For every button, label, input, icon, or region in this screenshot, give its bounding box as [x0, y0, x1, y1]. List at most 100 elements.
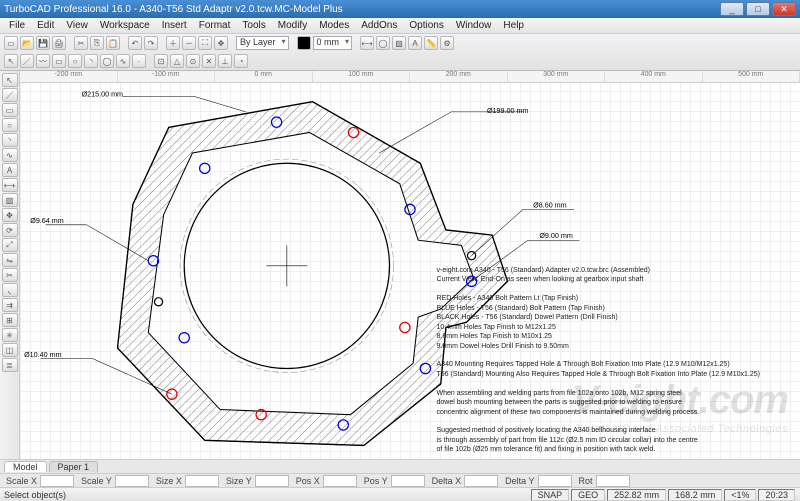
open-icon[interactable]: 📂: [20, 36, 34, 50]
menu-modify[interactable]: Modify: [273, 19, 312, 32]
close-button[interactable]: ✕: [772, 2, 796, 16]
hatch-icon[interactable]: ▨: [392, 36, 406, 50]
arrayl-icon[interactable]: ⊞: [2, 313, 18, 327]
menu-view[interactable]: View: [61, 19, 93, 32]
field-scaley[interactable]: [115, 475, 149, 487]
copy-icon[interactable]: ⎘: [90, 36, 104, 50]
dim-d199: Ø199.00 mm: [487, 107, 528, 115]
line-icon[interactable]: ／: [20, 54, 34, 68]
menu-edit[interactable]: Edit: [32, 19, 59, 32]
drawing-notes: v-eight.com A340 - T56 (Standard) Adapte…: [437, 266, 760, 455]
field-dy[interactable]: [538, 475, 572, 487]
rect-icon[interactable]: ▭: [52, 54, 66, 68]
layer-combo[interactable]: By Layer: [236, 36, 289, 50]
snap-mid-icon[interactable]: △: [170, 54, 184, 68]
lbl-scaley: Scale Y: [75, 476, 114, 486]
menu-help[interactable]: Help: [498, 19, 529, 32]
circlel-icon[interactable]: ○: [2, 118, 18, 132]
pan-icon[interactable]: ✥: [214, 36, 228, 50]
undo-icon[interactable]: ↶: [128, 36, 142, 50]
curvel-icon[interactable]: ∿: [2, 148, 18, 162]
lbl-dy: Delta Y: [499, 476, 536, 486]
zoom-out-icon[interactable]: －: [182, 36, 196, 50]
print-icon[interactable]: 🖨: [52, 36, 66, 50]
dim-d964: Ø9.64 mm: [30, 217, 64, 225]
save-icon[interactable]: 💾: [36, 36, 50, 50]
new-icon[interactable]: ▭: [4, 36, 18, 50]
menu-workspace[interactable]: Workspace: [95, 19, 155, 32]
field-rot[interactable]: [596, 475, 630, 487]
linewidth-combo[interactable]: 0 mm: [313, 36, 353, 50]
field-sizex[interactable]: [185, 475, 219, 487]
snap-perp-icon[interactable]: ⊥: [218, 54, 232, 68]
dim-linear-icon[interactable]: ⟷: [360, 36, 374, 50]
menu-file[interactable]: File: [4, 19, 30, 32]
ellipse-icon[interactable]: ◯: [100, 54, 114, 68]
measure-icon[interactable]: 📏: [424, 36, 438, 50]
tab-model[interactable]: Model: [4, 461, 47, 472]
hatchl-icon[interactable]: ▨: [2, 193, 18, 207]
circle-icon[interactable]: ○: [68, 54, 82, 68]
menu-tools[interactable]: Tools: [237, 19, 270, 32]
menu-addons[interactable]: AddOns: [356, 19, 402, 32]
rectl-icon[interactable]: ▭: [2, 103, 18, 117]
minimize-button[interactable]: _: [720, 2, 744, 16]
arc-icon[interactable]: ◝: [84, 54, 98, 68]
dim-radial-icon[interactable]: ◯: [376, 36, 390, 50]
text-icon[interactable]: A: [408, 36, 422, 50]
zoom-extents-icon[interactable]: ⛶: [198, 36, 212, 50]
textl-icon[interactable]: A: [2, 163, 18, 177]
properties-icon[interactable]: ⚙: [440, 36, 454, 50]
scalel-icon[interactable]: ⤢: [2, 238, 18, 252]
lbl-posx: Pos X: [290, 476, 322, 486]
field-scalex[interactable]: [40, 475, 74, 487]
offsetl-icon[interactable]: ⇉: [2, 298, 18, 312]
field-posx[interactable]: [323, 475, 357, 487]
status-prompt: Select object(s): [4, 490, 66, 500]
linel-icon[interactable]: ／: [2, 88, 18, 102]
snap-end-icon[interactable]: ⊡: [154, 54, 168, 68]
window-buttons: _ □ ✕: [720, 2, 796, 16]
menu-insert[interactable]: Insert: [157, 19, 192, 32]
ruler-tick: 400 mm: [605, 71, 703, 82]
arcl-icon[interactable]: ◝: [2, 133, 18, 147]
lbl-rot: Rot: [573, 476, 595, 486]
snap-tangent-icon[interactable]: ◔: [234, 54, 248, 68]
redo-icon[interactable]: ↷: [144, 36, 158, 50]
point-icon[interactable]: ·: [132, 54, 146, 68]
menu-modes[interactable]: Modes: [314, 19, 354, 32]
field-sizey[interactable]: [255, 475, 289, 487]
menu-window[interactable]: Window: [451, 19, 497, 32]
status-geo[interactable]: GEO: [571, 489, 605, 501]
rotatel-icon[interactable]: ⟳: [2, 223, 18, 237]
spline-icon[interactable]: ∿: [116, 54, 130, 68]
status-coord-y: 168.2 mm: [668, 489, 722, 501]
movel-icon[interactable]: ✥: [2, 208, 18, 222]
drawing-canvas[interactable]: -200 mm -100 mm 0 mm 100 mm 200 mm 300 m…: [20, 71, 800, 459]
maximize-button[interactable]: □: [746, 2, 770, 16]
snap-center-icon[interactable]: ⊙: [186, 54, 200, 68]
zoom-in-icon[interactable]: ＋: [166, 36, 180, 50]
status-snap[interactable]: SNAP: [531, 489, 570, 501]
select-icon[interactable]: ↖: [4, 54, 18, 68]
tab-paper1[interactable]: Paper 1: [49, 461, 99, 472]
color-swatch[interactable]: [297, 36, 311, 50]
trimL-icon[interactable]: ✂: [2, 268, 18, 282]
left-toolbar: ↖ ／ ▭ ○ ◝ ∿ A ⟷ ▨ ✥ ⟳ ⤢ ⇋ ✂ ◟ ⇉ ⊞ ✳ ◫ ≣: [0, 71, 20, 459]
statusbar: Select object(s) SNAP GEO 252.82 mm 168.…: [0, 487, 800, 501]
pointer-icon[interactable]: ↖: [2, 73, 18, 87]
snap-intersect-icon[interactable]: ✕: [202, 54, 216, 68]
paste-icon[interactable]: 📋: [106, 36, 120, 50]
diml-icon[interactable]: ⟷: [2, 178, 18, 192]
mirrorl-icon[interactable]: ⇋: [2, 253, 18, 267]
layerl-icon[interactable]: ≣: [2, 358, 18, 372]
groupl-icon[interactable]: ◫: [2, 343, 18, 357]
explodel-icon[interactable]: ✳: [2, 328, 18, 342]
polyline-icon[interactable]: 〰: [36, 54, 50, 68]
filletl-icon[interactable]: ◟: [2, 283, 18, 297]
field-dx[interactable]: [464, 475, 498, 487]
menu-format[interactable]: Format: [194, 19, 236, 32]
menu-options[interactable]: Options: [404, 19, 448, 32]
field-posy[interactable]: [391, 475, 425, 487]
cut-icon[interactable]: ✂: [74, 36, 88, 50]
